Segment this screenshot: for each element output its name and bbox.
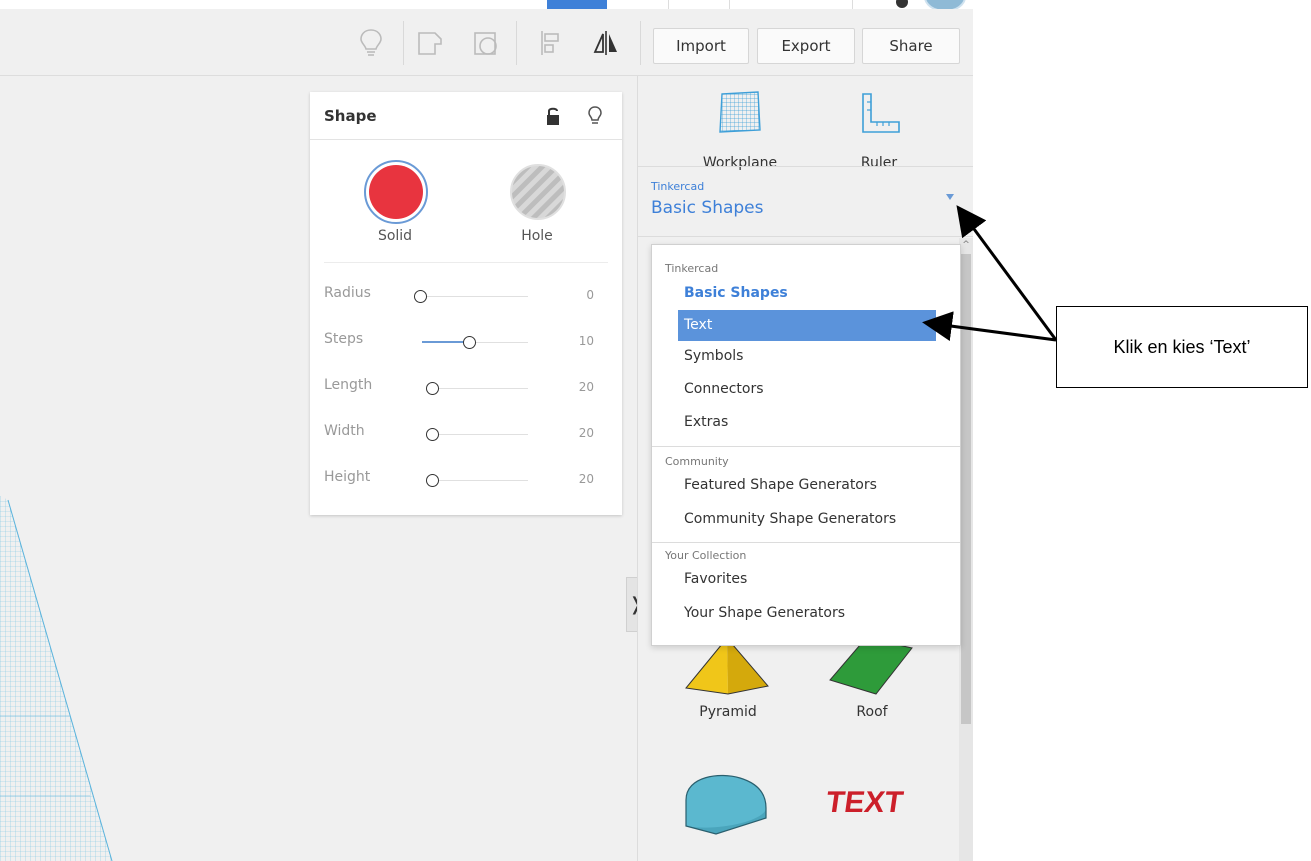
shape-inspector-title: Shape: [324, 107, 377, 125]
dropdown-item-community-generators[interactable]: Community Shape Generators: [678, 504, 936, 535]
param-label-length: Length: [324, 377, 373, 393]
nav-divider: [852, 0, 853, 9]
dropdown-item-connectors[interactable]: Connectors: [678, 374, 936, 405]
width-slider-track: [428, 434, 528, 435]
inspector-divider: [324, 262, 608, 263]
length-slider-track: [428, 388, 528, 389]
toolbar-divider: [403, 21, 404, 65]
nav-divider: [729, 0, 730, 9]
solid-button[interactable]: [364, 160, 428, 224]
ruler-label: Ruler: [860, 155, 898, 171]
active-nav-tab[interactable]: [547, 0, 607, 9]
height-slider-track: [428, 480, 528, 481]
library-selector[interactable]: Basic Shapes: [651, 198, 764, 218]
text-shape[interactable]: TEXT: [822, 776, 922, 826]
library-dropdown-menu: Tinkercad Basic Shapes Text Symbols Conn…: [651, 244, 961, 646]
library-caption: Tinkercad: [651, 180, 705, 193]
hole-label: Hole: [521, 228, 553, 244]
lock-icon[interactable]: [541, 104, 565, 128]
param-value-width: 20: [578, 426, 594, 440]
dropdown-item-extras[interactable]: Extras: [678, 407, 936, 438]
share-button[interactable]: Share: [862, 28, 960, 64]
shape-label-pyramid: Pyramid: [699, 704, 757, 720]
param-value-steps: 10: [578, 334, 594, 348]
height-slider-knob[interactable]: [426, 474, 439, 487]
solid-swatch: [369, 165, 423, 219]
notification-icon[interactable]: [896, 0, 908, 8]
dropdown-divider: [652, 446, 960, 447]
dropdown-item-favorites[interactable]: Favorites: [678, 564, 936, 595]
hole-swatch: [510, 164, 566, 220]
align-icon[interactable]: [530, 23, 570, 63]
panel-divider: [638, 236, 973, 237]
toolbar-divider: [640, 21, 641, 65]
half-cylinder-shape[interactable]: [680, 766, 770, 836]
dropdown-group-label: Your Collection: [665, 549, 747, 562]
annotation-callout: Klik en kies ‘Text’: [1056, 306, 1308, 388]
param-label-radius: Radius: [324, 285, 371, 301]
shape-inspector-header: Shape: [310, 92, 622, 140]
shape-label-roof: Roof: [856, 704, 888, 720]
radius-slider-track: [418, 296, 528, 297]
workplane-canvas[interactable]: [0, 76, 300, 861]
ungroup-icon[interactable]: [466, 23, 506, 63]
export-button[interactable]: Export: [757, 28, 855, 64]
param-value-height: 20: [578, 472, 594, 486]
solid-label: Solid: [377, 228, 413, 244]
workplane-tool[interactable]: Workplane: [685, 88, 795, 171]
scroll-up-icon[interactable]: ^: [959, 238, 973, 252]
dropdown-group-label: Tinkercad: [665, 262, 719, 275]
param-value-radius: 0: [586, 288, 594, 302]
scrollbar-thumb[interactable]: [961, 254, 971, 724]
length-slider-knob[interactable]: [426, 382, 439, 395]
param-label-steps: Steps: [324, 331, 364, 347]
toolbar: Import Export Share: [0, 9, 973, 76]
svg-text:TEXT: TEXT: [824, 786, 906, 819]
dropdown-divider: [652, 542, 960, 543]
toolbar-divider: [516, 21, 517, 65]
nav-divider: [668, 0, 669, 9]
shape-inspector: Shape Solid Hole Radius 0 Steps 10 Lengt…: [310, 92, 622, 515]
workplane-grid: [0, 496, 113, 861]
radius-slider-knob[interactable]: [414, 290, 427, 303]
steps-slider-fill: [422, 341, 466, 343]
param-label-height: Height: [324, 469, 371, 485]
steps-slider-knob[interactable]: [463, 336, 476, 349]
lightbulb-icon[interactable]: [583, 104, 607, 128]
mirror-icon[interactable]: [586, 23, 626, 63]
ruler-icon: [862, 93, 900, 133]
dropdown-caret-icon[interactable]: [946, 194, 954, 200]
width-slider-knob[interactable]: [426, 428, 439, 441]
dropdown-item-your-generators[interactable]: Your Shape Generators: [678, 598, 936, 629]
panel-divider: [638, 166, 973, 167]
top-nav-strip: [0, 0, 973, 12]
dropdown-group-label: Community: [665, 455, 729, 468]
ruler-tool[interactable]: Ruler: [824, 88, 934, 171]
workplane-icon: [719, 91, 761, 133]
dropdown-item-symbols[interactable]: Symbols: [678, 341, 936, 372]
group-icon[interactable]: [410, 23, 450, 63]
workplane-label: Workplane: [702, 155, 778, 171]
lightbulb-icon[interactable]: [351, 23, 391, 63]
dropdown-item-basic-shapes[interactable]: Basic Shapes: [678, 278, 936, 309]
hole-button[interactable]: [506, 160, 570, 224]
tinkercad-app: Import Export Share Shape Solid Hole Rad…: [0, 0, 973, 861]
dropdown-item-text[interactable]: Text: [678, 310, 936, 341]
param-label-width: Width: [324, 423, 365, 439]
import-button[interactable]: Import: [653, 28, 749, 64]
param-value-length: 20: [578, 380, 594, 394]
dropdown-item-featured-generators[interactable]: Featured Shape Generators: [678, 470, 936, 501]
arrow-to-library-caret: [956, 205, 1058, 341]
library-scrollbar[interactable]: ^: [959, 238, 973, 861]
